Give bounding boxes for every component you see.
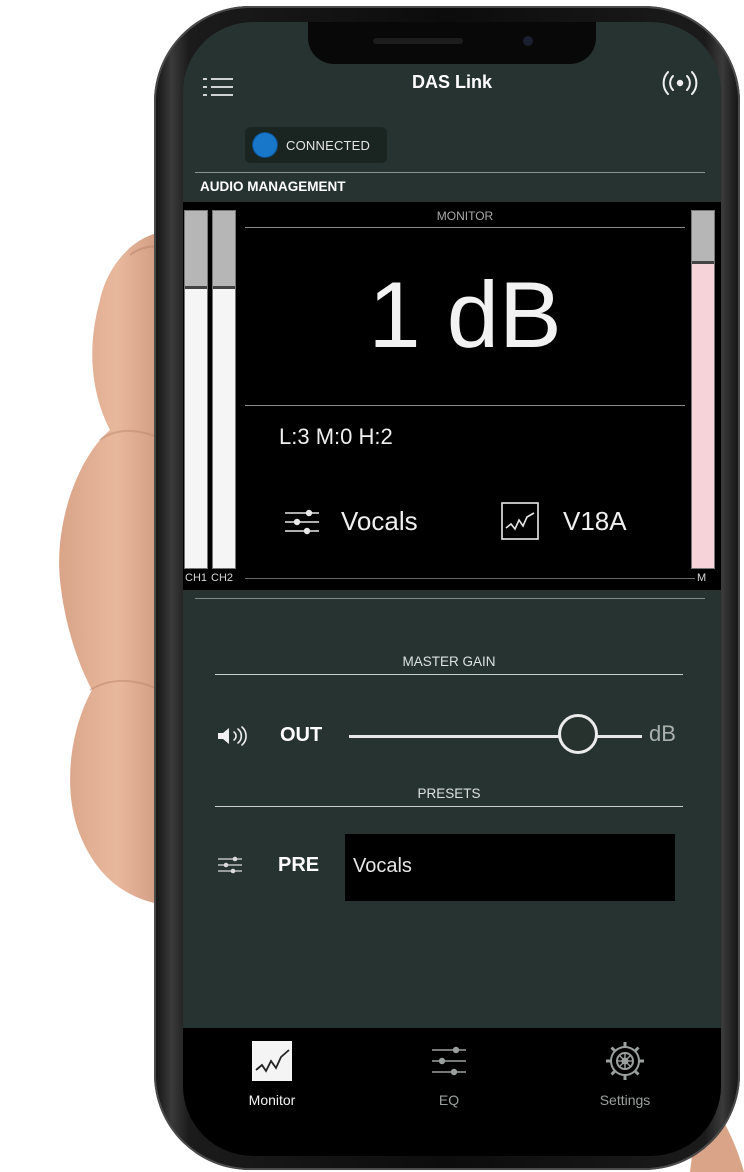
monitor-value: 1 dB xyxy=(368,262,562,367)
gain-unit: dB xyxy=(649,721,676,746)
divider xyxy=(215,806,683,807)
preset-sliders-icon xyxy=(218,856,242,874)
meter-label-ch2: CH2 xyxy=(211,572,234,584)
eq-sliders-icon xyxy=(285,509,319,535)
section-title: AUDIO MANAGEMENT xyxy=(200,179,346,194)
band-levels: L:3 M:0 H:2 xyxy=(279,424,393,449)
speaker-model: V18A xyxy=(563,506,627,536)
monitor-graph-icon xyxy=(252,1041,292,1081)
tab-label: Settings xyxy=(599,1092,651,1108)
divider xyxy=(195,598,705,599)
meter-label-master: M xyxy=(697,572,707,584)
speaker-response-icon xyxy=(501,502,539,540)
master-meter xyxy=(691,210,715,569)
meter-label-ch1: CH1 xyxy=(185,572,208,584)
channel-2-meter xyxy=(212,210,236,569)
preset-select-value: Vocals xyxy=(353,855,412,877)
tab-monitor[interactable]: Monitor xyxy=(212,1040,332,1108)
divider xyxy=(245,405,685,406)
preset-label: PRE xyxy=(278,854,320,876)
divider xyxy=(245,227,685,228)
divider xyxy=(215,674,683,675)
tab-eq[interactable]: EQ xyxy=(389,1040,509,1108)
broadcast-icon[interactable] xyxy=(661,70,699,96)
monitor-label: MONITOR xyxy=(436,209,494,223)
tab-label: Monitor xyxy=(248,1092,296,1108)
eq-sliders-icon xyxy=(432,1046,466,1076)
output-label: OUT xyxy=(280,724,323,746)
app-title: DAS Link xyxy=(411,72,492,92)
volume-icon xyxy=(218,726,247,746)
status-indicator-dot xyxy=(253,133,277,157)
tab-label: EQ xyxy=(438,1092,460,1108)
channel-1-meter xyxy=(184,210,208,569)
app-screen: DAS Link CONNECTED AUDIO MANAGEMENT MONI… xyxy=(183,22,721,1156)
divider xyxy=(245,578,695,579)
connection-status-label: CONNECTED xyxy=(286,137,371,153)
tab-settings[interactable]: Settings xyxy=(565,1040,685,1108)
divider xyxy=(195,172,705,173)
monitor-panel xyxy=(183,202,721,590)
master-gain-slider-track[interactable] xyxy=(349,735,642,738)
active-preset-name: Vocals xyxy=(341,506,418,536)
presets-label: PRESETS xyxy=(417,786,481,801)
master-gain-slider-thumb[interactable] xyxy=(557,714,598,754)
gear-icon xyxy=(606,1042,644,1080)
master-gain-label: MASTER GAIN xyxy=(402,654,496,669)
connection-status-badge: CONNECTED xyxy=(245,127,387,163)
